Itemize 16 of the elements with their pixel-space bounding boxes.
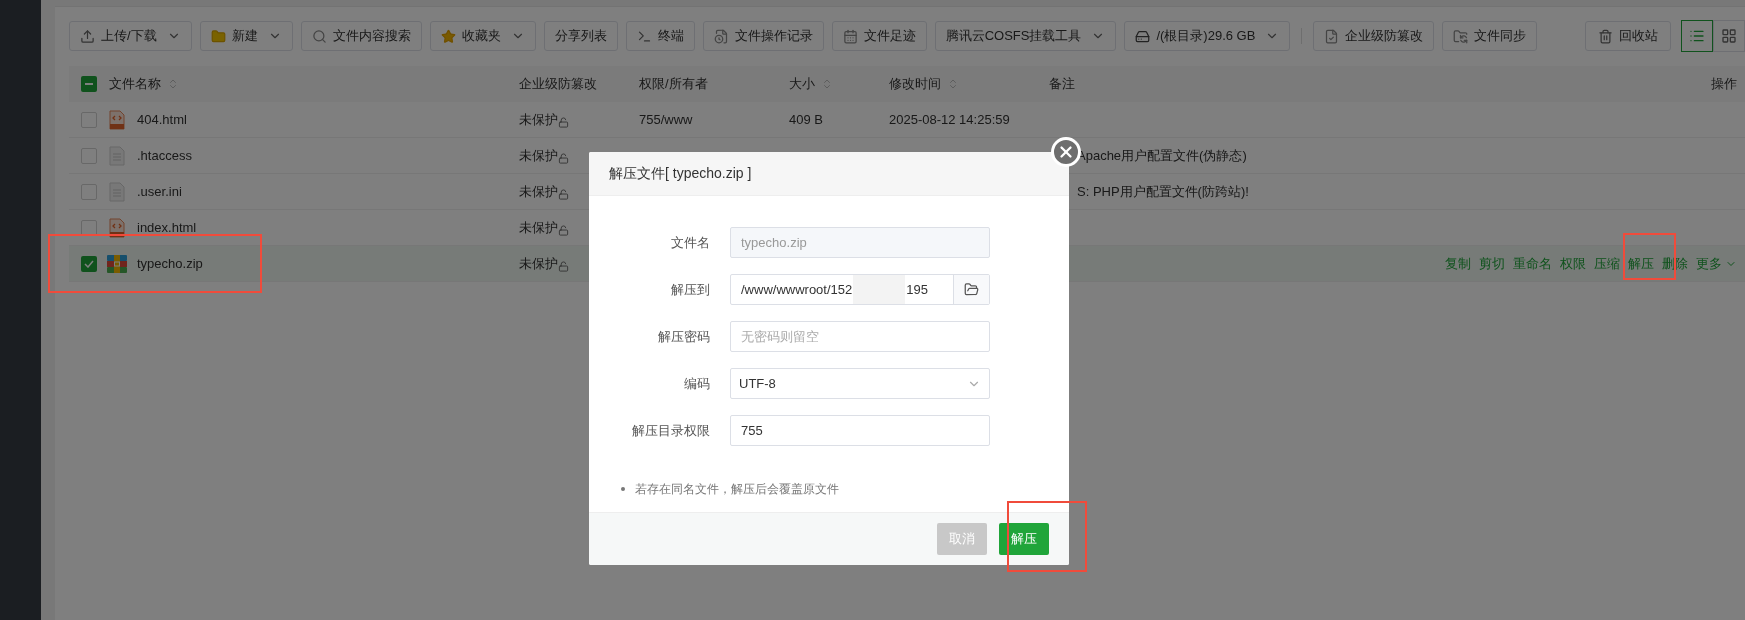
field-label: 解压目录权限 [631,421,710,440]
modified-time: 2025-08-12 14:25:59 [889,111,1010,127]
protection-status: 未保护 [519,254,558,273]
dialog-note: 若存在同名文件，解压后会覆盖原文件 [635,481,839,498]
file-note: S: PHP用户配置文件(防跨站)! [1077,183,1249,199]
protection-status: 未保护 [519,182,558,201]
protection-status: 未保护 [519,146,558,165]
dialog-title: 解压文件[ typecho.zip ] [609,164,752,183]
file-size: 409 B [789,111,823,127]
protection-status: 未保护 [519,110,558,129]
field-label: 解压密码 [657,327,710,346]
field-label: 解压到 [670,280,710,299]
field-label: 编码 [683,374,710,393]
permission-owner: 755/www [639,111,693,127]
protection-status: 未保护 [519,218,558,237]
field-label: 文件名 [670,233,710,252]
